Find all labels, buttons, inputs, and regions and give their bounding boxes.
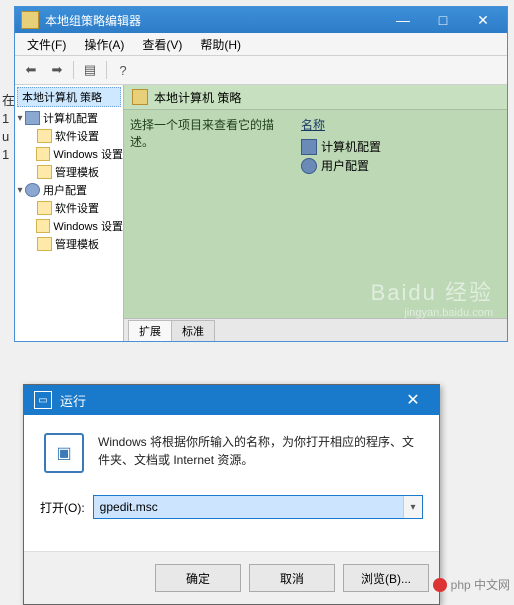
app-icon — [21, 11, 39, 29]
tree-node-software[interactable]: 软件设置 — [15, 127, 123, 145]
tree-node-windows[interactable]: Windows 设置 — [15, 217, 123, 235]
maximize-button[interactable]: □ — [423, 7, 463, 33]
description-text: 选择一个项目来查看它的描述。 — [130, 116, 297, 312]
menu-file[interactable]: 文件(F) — [19, 34, 74, 55]
open-label: 打开(O): — [40, 499, 85, 516]
collapse-icon[interactable]: ▾ — [15, 185, 25, 196]
menu-action[interactable]: 操作(A) — [76, 34, 132, 55]
tree-node-admin[interactable]: 管理模板 — [15, 163, 123, 181]
computer-icon — [301, 139, 317, 155]
tree-root[interactable]: 本地计算机 策略 — [17, 87, 121, 107]
run-icon: ▭ — [34, 391, 52, 409]
toolbar: ⬅ ➡ ▤ ? — [15, 56, 507, 85]
computer-icon — [25, 111, 40, 125]
content-title: 本地计算机 策略 — [154, 89, 241, 106]
run-title-bar[interactable]: ▭ 运行 ✕ — [24, 385, 439, 415]
name-column: 名称 计算机配置 用户配置 — [301, 116, 501, 312]
close-button[interactable]: ✕ — [463, 7, 503, 33]
folder-icon — [37, 201, 52, 215]
show-hide-tree-button[interactable]: ▤ — [78, 58, 102, 82]
tab-standard[interactable]: 标准 — [171, 320, 215, 341]
menu-help[interactable]: 帮助(H) — [192, 34, 249, 55]
app-icon — [132, 89, 148, 105]
column-header-name[interactable]: 名称 — [301, 116, 501, 133]
browse-button[interactable]: 浏览(B)... — [343, 564, 429, 592]
php-watermark: php 中文网 — [433, 576, 510, 593]
help-button[interactable]: ? — [111, 58, 135, 82]
menu-bar: 文件(F) 操作(A) 查看(V) 帮助(H) — [15, 33, 507, 56]
folder-icon — [37, 129, 52, 143]
window-title: 本地组策略编辑器 — [45, 12, 383, 29]
toolbar-separator — [73, 61, 74, 79]
collapse-icon[interactable]: ▾ — [15, 113, 25, 124]
toolbar-separator — [106, 61, 107, 79]
tree-node-windows[interactable]: Windows 设置 — [15, 145, 123, 163]
tree-node-computer[interactable]: ▾ 计算机配置 — [15, 109, 123, 127]
user-icon — [25, 183, 40, 197]
folder-icon — [37, 165, 52, 179]
tree-node-user[interactable]: ▾ 用户配置 — [15, 181, 123, 199]
logo-dot-icon — [433, 578, 447, 592]
content-pane: 本地计算机 策略 选择一个项目来查看它的描述。 名称 计算机配置 用户配置 — [124, 85, 507, 341]
folder-icon — [36, 219, 50, 233]
tab-extended[interactable]: 扩展 — [128, 320, 172, 341]
minimize-button[interactable]: — — [383, 7, 423, 33]
run-app-icon: ▣ — [44, 433, 84, 473]
forward-button[interactable]: ➡ — [45, 58, 69, 82]
cancel-button[interactable]: 取消 — [249, 564, 335, 592]
open-combobox[interactable]: ▾ — [93, 495, 423, 519]
back-button[interactable]: ⬅ — [19, 58, 43, 82]
list-item-user[interactable]: 用户配置 — [301, 156, 501, 175]
run-title-text: 运行 — [60, 391, 393, 410]
open-input[interactable] — [94, 496, 403, 518]
folder-icon — [37, 237, 52, 251]
gpedit-window: 本地组策略编辑器 — □ ✕ 文件(F) 操作(A) 查看(V) 帮助(H) ⬅… — [14, 6, 508, 342]
run-description: Windows 将根据你所输入的名称，为你打开相应的程序、文件夹、文档或 Int… — [98, 433, 423, 469]
view-tabs: 扩展 标准 — [124, 318, 507, 341]
dropdown-icon[interactable]: ▾ — [403, 496, 422, 518]
folder-icon — [36, 147, 50, 161]
run-dialog: ▭ 运行 ✕ ▣ Windows 将根据你所输入的名称，为你打开相应的程序、文件… — [23, 384, 440, 605]
title-bar[interactable]: 本地组策略编辑器 — □ ✕ — [15, 7, 507, 33]
list-item-computer[interactable]: 计算机配置 — [301, 137, 501, 156]
close-button[interactable]: ✕ — [393, 385, 433, 415]
tree-node-admin[interactable]: 管理模板 — [15, 235, 123, 253]
ok-button[interactable]: 确定 — [155, 564, 241, 592]
user-icon — [301, 158, 317, 174]
button-row: 确定 取消 浏览(B)... — [24, 551, 439, 604]
tree-pane[interactable]: 本地计算机 策略 ▾ 计算机配置 软件设置 Windows 设置 管理模板 — [15, 85, 124, 341]
content-header: 本地计算机 策略 — [124, 85, 507, 110]
menu-view[interactable]: 查看(V) — [134, 34, 190, 55]
tree-node-software[interactable]: 软件设置 — [15, 199, 123, 217]
work-area: 本地计算机 策略 ▾ 计算机配置 软件设置 Windows 设置 管理模板 — [15, 85, 507, 341]
